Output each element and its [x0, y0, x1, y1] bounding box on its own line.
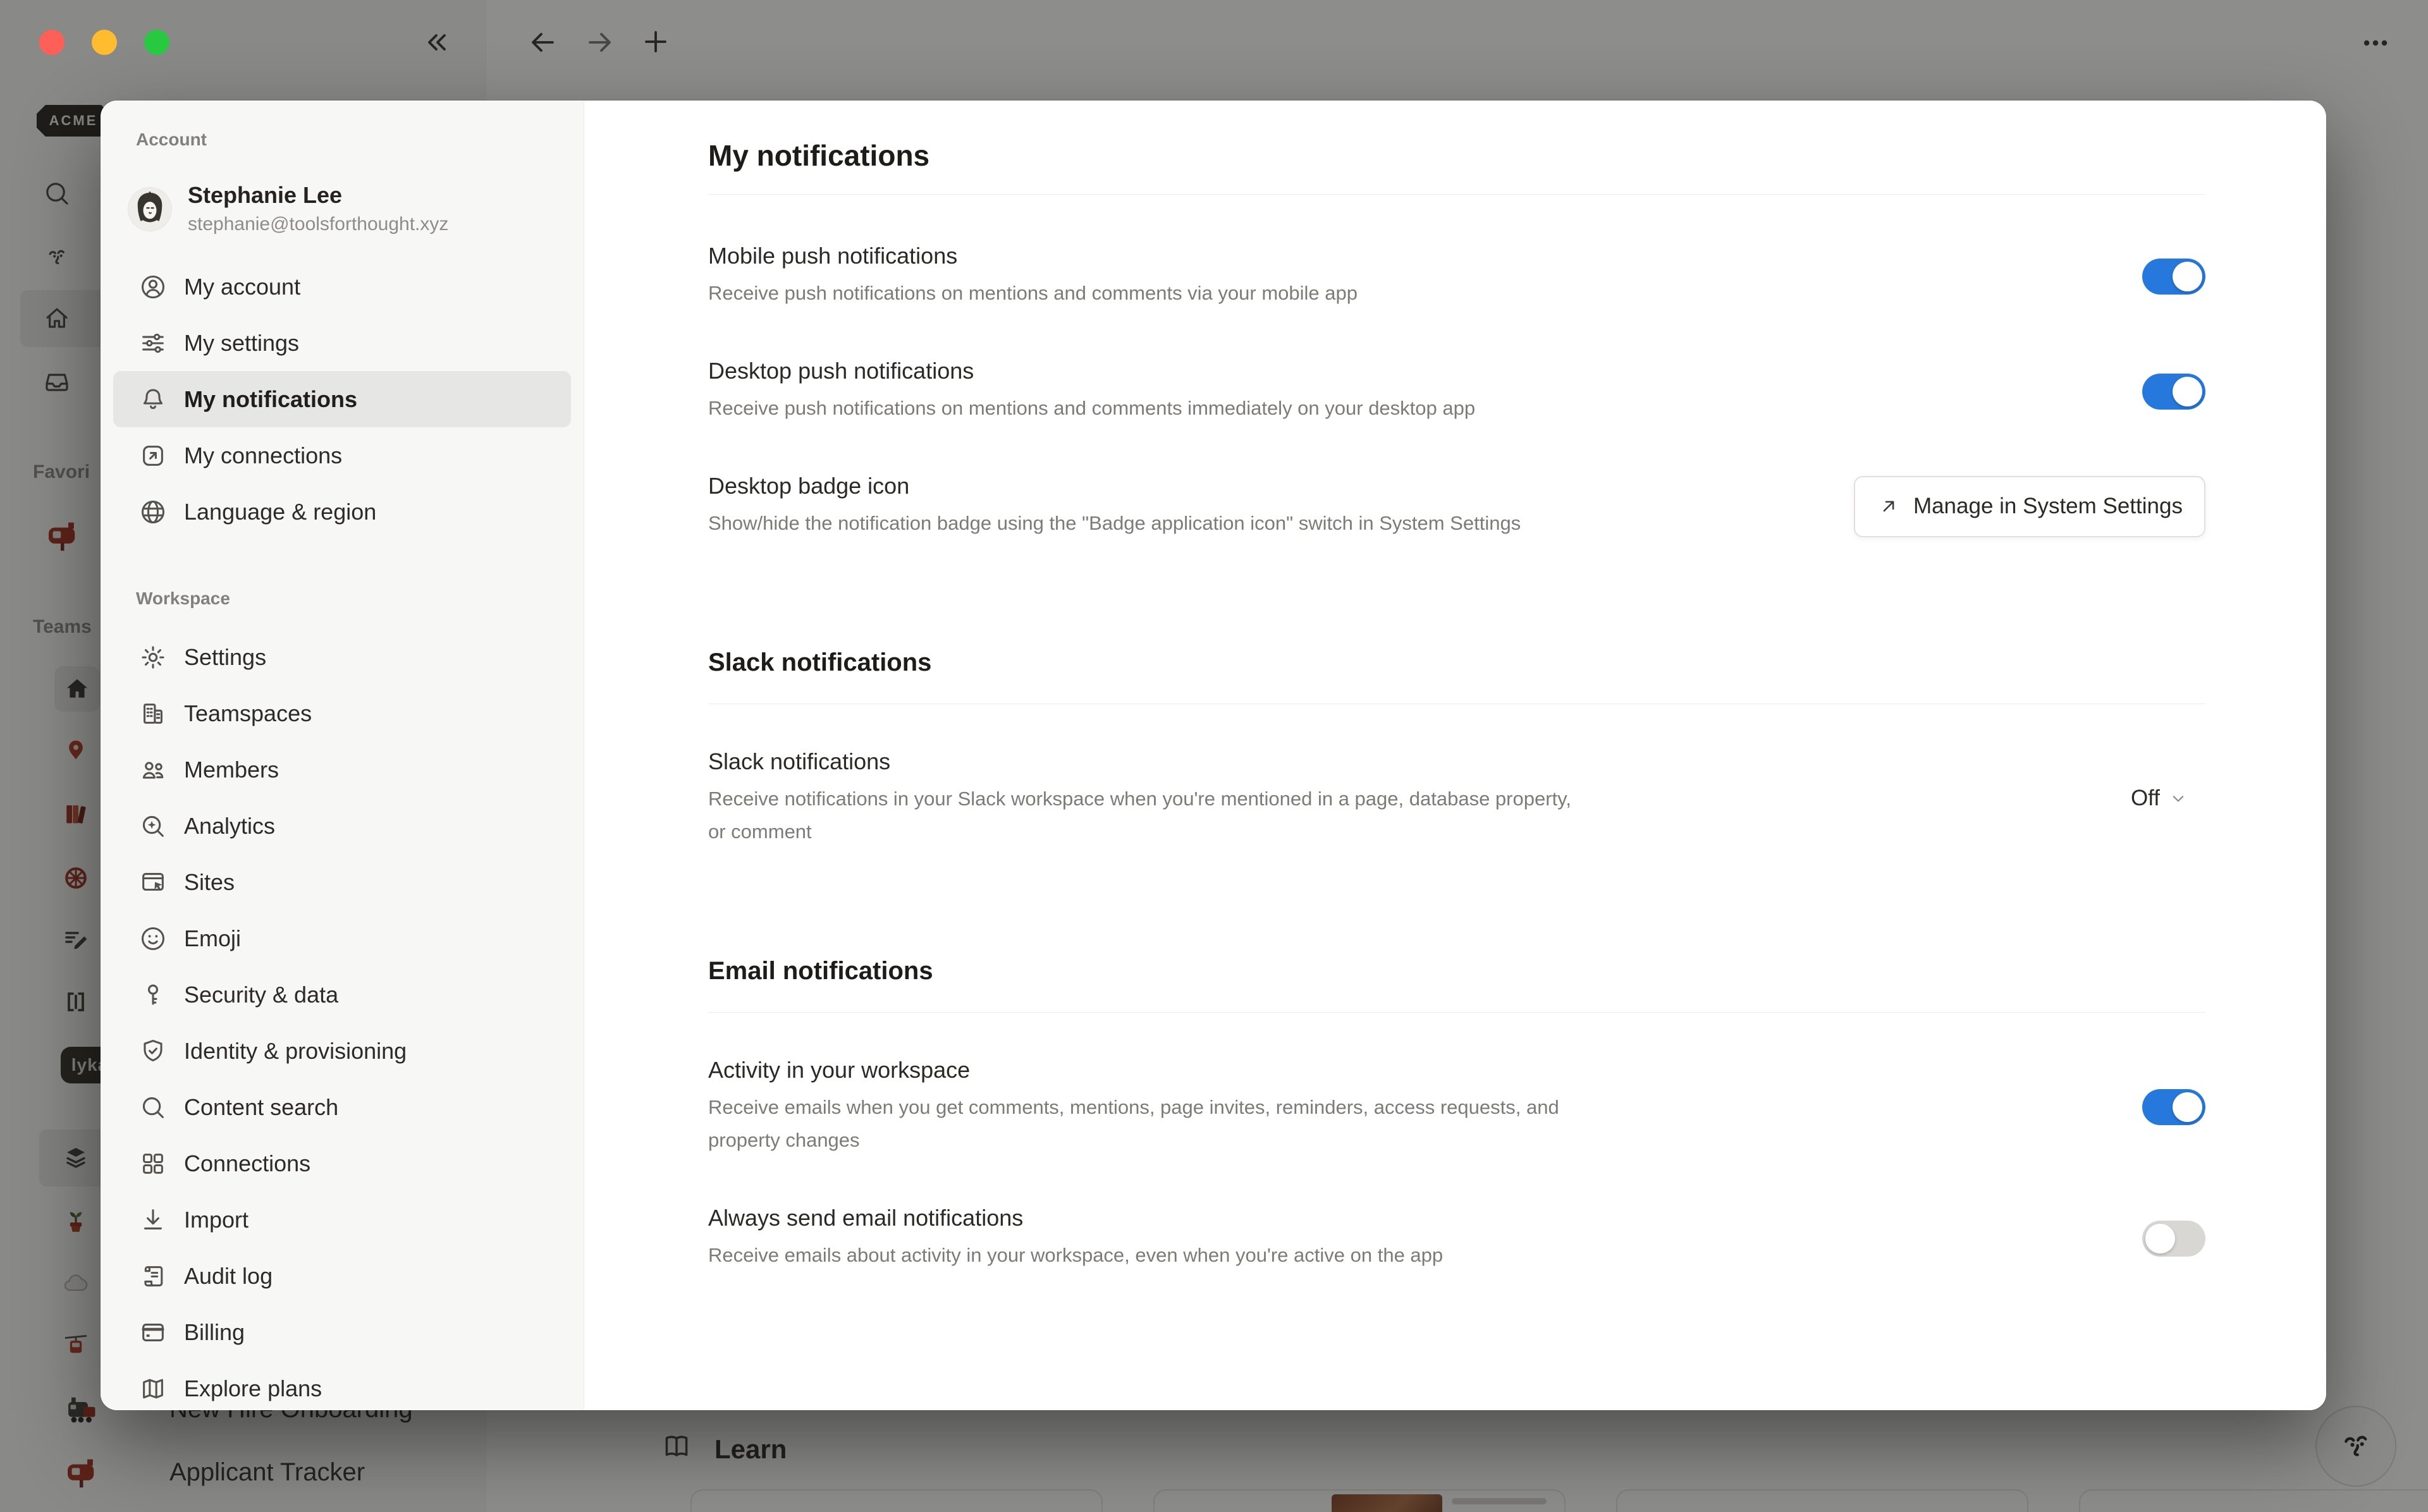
settings-nav-teamspaces[interactable]: Teamspaces [113, 685, 571, 741]
settings-nav-members[interactable]: Members [113, 741, 571, 798]
setting-title: Slack notifications [708, 748, 1619, 775]
shield-check-icon [138, 1037, 168, 1066]
smiley-icon [138, 924, 168, 953]
setting-row-desktop-push-notifications: Desktop push notifications Receive push n… [708, 358, 2205, 425]
manage-in-system-settings-button[interactable]: Manage in System Settings [1854, 476, 2205, 537]
magnifier-sparkle-icon [138, 812, 168, 841]
setting-description: Receive notifications in your Slack work… [708, 783, 1593, 848]
settings-section: Email notifications Activity in your work… [708, 957, 2205, 1272]
setting-description: Receive push notifications on mentions a… [708, 277, 1593, 310]
grid-icon [138, 1149, 168, 1178]
settings-nav-settings[interactable]: Settings [113, 629, 571, 685]
toggle-knob [2173, 1092, 2202, 1122]
section-heading-email-notifications: Email notifications [708, 957, 2205, 985]
setting-description: Receive emails when you get comments, me… [708, 1091, 1593, 1157]
zoom-window-button[interactable] [144, 30, 169, 55]
setting-row-slack-notifications: Slack notifications Receive notifications… [708, 748, 2205, 848]
avatar [128, 188, 171, 231]
settings-nav-connections[interactable]: Connections [113, 1135, 571, 1192]
setting-description: Show/hide the notification badge using t… [708, 507, 1593, 540]
settings-nav-sites[interactable]: Sites [113, 854, 571, 910]
chevron-down-icon [2167, 788, 2189, 809]
section-divider [708, 1012, 2205, 1013]
setting-row-activity-in-your-workspace: Activity in your workspace Receive emails… [708, 1057, 2205, 1157]
credit-card-icon [138, 1318, 168, 1347]
settings-nav-language-region[interactable]: Language & region [113, 484, 571, 540]
arrow-up-right-icon [1877, 494, 1901, 518]
setting-description: Receive emails about activity in your wo… [708, 1239, 1593, 1272]
setting-title: Activity in your workspace [708, 1057, 1619, 1083]
settings-nav-emoji[interactable]: Emoji [113, 910, 571, 966]
toggle-knob [2173, 262, 2202, 291]
sliders-icon [138, 329, 168, 358]
activity-in-your-workspace-toggle[interactable] [2142, 1089, 2205, 1125]
settings-section: Slack notifications Slack notifications Re… [708, 649, 2205, 848]
scroll-icon [138, 1262, 168, 1291]
map-icon [138, 1374, 168, 1403]
setting-title: Always send email notifications [708, 1205, 1619, 1231]
settings-nav-explore-plans[interactable]: Explore plans [113, 1360, 571, 1410]
people-icon [138, 755, 168, 784]
settings-nav-audit-log[interactable]: Audit log [113, 1248, 571, 1304]
settings-nav-billing[interactable]: Billing [113, 1304, 571, 1360]
settings-nav-import[interactable]: Import [113, 1192, 571, 1248]
setting-row-desktop-badge-icon: Desktop badge icon Show/hide the notifica… [708, 473, 2205, 540]
settings-sidebar: Account Stephanie Lee stephanie@toolsfor… [101, 101, 584, 1410]
gear-icon [138, 643, 168, 672]
toggle-knob [2145, 1224, 2175, 1253]
magnifier-icon [138, 1093, 168, 1122]
settings-modal: Account Stephanie Lee stephanie@toolsfor… [101, 101, 2326, 1410]
settings-section: My notifications Mobile push notification… [708, 138, 2205, 540]
setting-row-mobile-push-notifications: Mobile push notifications Receive push no… [708, 243, 2205, 310]
arrow-box-icon [138, 441, 168, 470]
arrow-down-icon [138, 1205, 168, 1235]
setting-title: Desktop badge icon [708, 473, 1619, 499]
settings-nav-my-connections[interactable]: My connections [113, 427, 571, 484]
slack-notifications-select[interactable]: Off [2131, 786, 2189, 811]
toggle-knob [2173, 377, 2202, 406]
settings-nav-my-settings[interactable]: My settings [113, 315, 571, 371]
settings-nav-identity-provisioning[interactable]: Identity & provisioning [113, 1023, 571, 1079]
setting-title: Mobile push notifications [708, 243, 1619, 269]
settings-nav-analytics[interactable]: Analytics [113, 798, 571, 854]
workspace-section-label: Workspace [136, 588, 230, 609]
screen: ACME SNHIAClykaPNew Hire OnboardingAppli… [0, 0, 2428, 1512]
settings-nav-security-data[interactable]: Security & data [113, 966, 571, 1023]
setting-description: Receive push notifications on mentions a… [708, 392, 1593, 425]
person-circle-icon [138, 272, 168, 302]
settings-nav-content-search[interactable]: Content search [113, 1079, 571, 1135]
setting-title: Desktop push notifications [708, 358, 1619, 384]
close-window-button[interactable] [39, 30, 64, 55]
traffic-lights [39, 30, 169, 55]
desktop-push-notifications-toggle[interactable] [2142, 374, 2205, 410]
always-send-email-notifications-toggle[interactable] [2142, 1221, 2205, 1257]
globe-icon [138, 497, 168, 527]
section-heading-slack-notifications: Slack notifications [708, 649, 2205, 677]
user-name: Stephanie Lee [188, 181, 448, 209]
settings-nav-my-account[interactable]: My account [113, 259, 571, 315]
settings-content: My notifications Mobile push notification… [584, 101, 2326, 1410]
setting-row-always-send-email-notifications: Always send email notifications Receive e… [708, 1205, 2205, 1272]
browser-cursor-icon [138, 868, 168, 897]
building-icon [138, 699, 168, 728]
settings-nav-my-notifications[interactable]: My notifications [113, 371, 571, 427]
account-section-label: Account [136, 130, 207, 150]
minimize-window-button[interactable] [92, 30, 117, 55]
section-divider [708, 194, 2205, 195]
account-user[interactable]: Stephanie Lee stephanie@toolsforthought.… [128, 181, 448, 237]
key-icon [138, 980, 168, 1009]
mobile-push-notifications-toggle[interactable] [2142, 259, 2205, 295]
bell-icon [138, 385, 168, 414]
section-heading-my-notifications: My notifications [708, 138, 2205, 173]
user-email: stephanie@toolsforthought.xyz [188, 212, 448, 237]
